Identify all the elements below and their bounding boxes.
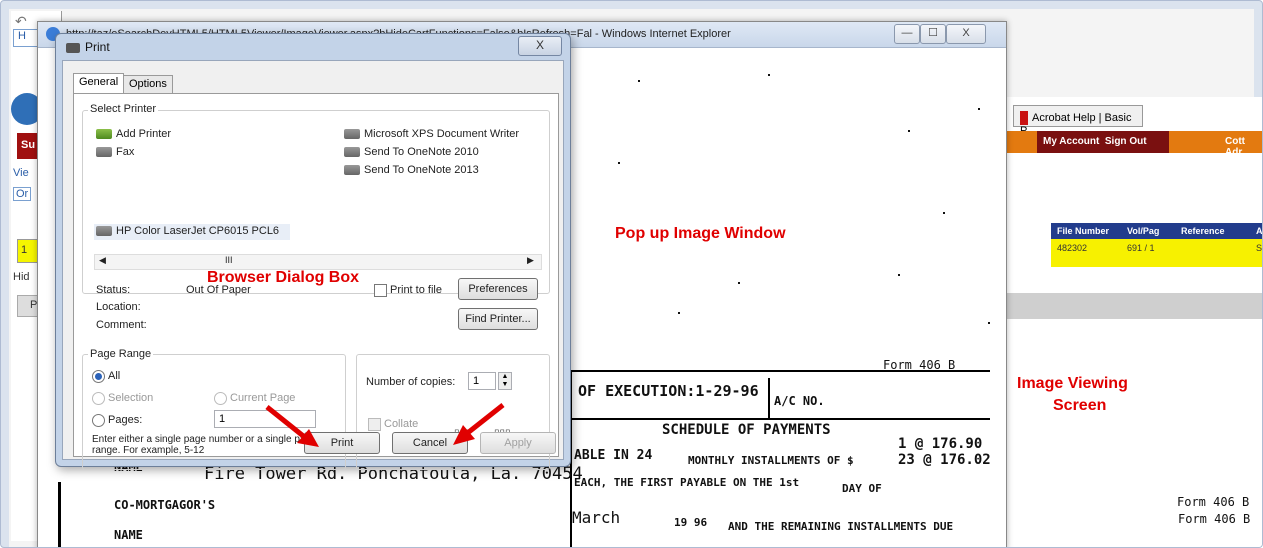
printer-icon xyxy=(344,147,360,158)
location-label: Location: xyxy=(96,301,141,313)
close-button[interactable]: X xyxy=(946,24,986,44)
scroll-thumb[interactable]: III xyxy=(225,255,233,265)
column-header[interactable]: A xyxy=(1256,226,1262,236)
dialog-title-text: Print xyxy=(85,40,110,54)
find-printer-button[interactable]: Find Printer... xyxy=(458,308,538,330)
printer-icon xyxy=(344,129,360,140)
dialog-close-button[interactable]: X xyxy=(518,36,562,56)
account-number-label: A/C NO. xyxy=(774,394,825,408)
comment-label: Comment: xyxy=(96,319,147,331)
dialog-annotation: Browser Dialog Box xyxy=(207,269,360,286)
user-name: Cott Adr xyxy=(1225,136,1245,158)
sign-out-link[interactable]: Sign Out xyxy=(1105,136,1147,147)
table-header-row: File Number Vol/Pag Reference A xyxy=(1051,223,1262,239)
table-cell: 482302 xyxy=(1057,243,1088,253)
acrobat-help-tab[interactable]: Acrobat Help | Basic P... xyxy=(1013,105,1143,137)
payable-text: ABLE IN 24 xyxy=(574,448,653,463)
range-pages-label: Pages: xyxy=(108,414,143,426)
screenshot-frame: ↶ H Su Vie Or S 1 Hid P Acrobat Help | B… xyxy=(0,0,1263,548)
first-payable-text: EACH, THE FIRST PAYABLE ON THE 1st xyxy=(574,476,800,489)
form-label: Form 406 B xyxy=(883,358,956,372)
back-arrow-icon[interactable]: ↶ xyxy=(15,13,27,30)
tab-general[interactable]: General xyxy=(73,73,125,93)
print-dialog-title: Print xyxy=(66,40,110,54)
amount-line-1: 1 @ 176.90 xyxy=(898,436,983,452)
preferences-button[interactable]: Preferences xyxy=(458,278,538,300)
maximize-button[interactable]: ☐ xyxy=(920,24,946,44)
range-selection-radio[interactable] xyxy=(92,392,105,405)
scroll-left-icon[interactable]: ◀ xyxy=(99,255,106,266)
pdf-icon xyxy=(1020,111,1028,125)
execution-date: OF EXECUTION:1-29-96 xyxy=(578,382,759,400)
printer-item[interactable]: Microsoft XPS Document Writer xyxy=(344,128,519,140)
document-rule xyxy=(768,378,770,418)
background-app-right: Acrobat Help | Basic P... My Account Sig… xyxy=(1001,97,1263,547)
form-label-right: Form 406 B xyxy=(1177,495,1250,509)
account-bar: My Account Sign Out xyxy=(1037,131,1169,153)
status-label: Status: xyxy=(96,284,131,296)
arrow-to-cancel-icon xyxy=(453,403,505,445)
printer-item[interactable]: Send To OneNote 2010 xyxy=(344,146,479,158)
side-input[interactable]: Or xyxy=(13,187,32,201)
day-of-text: DAY OF xyxy=(842,482,882,495)
side-label: Vie xyxy=(13,167,29,179)
printer-item-selected[interactable]: HP Color LaserJet CP6015 PCL6 xyxy=(96,225,279,237)
scroll-right-icon[interactable]: ▶ xyxy=(527,255,534,266)
collate-label: Collate xyxy=(384,418,419,430)
page-range-label: Page Range xyxy=(88,348,154,360)
form-label-2: Form 406 B xyxy=(1178,512,1251,526)
document-rule xyxy=(58,482,61,547)
table-row[interactable]: 482302 691 / 1 S xyxy=(1051,239,1263,267)
printer-icon xyxy=(96,226,112,237)
range-all-radio[interactable] xyxy=(92,370,105,383)
copies-input[interactable]: 1 xyxy=(468,372,496,390)
range-current-radio[interactable] xyxy=(214,392,227,405)
viewing-screen-annotation: Image Viewing xyxy=(1017,375,1128,392)
copies-label: Number of copies: xyxy=(366,376,456,388)
column-header[interactable]: Vol/Pag xyxy=(1127,226,1159,236)
schedule-heading: SCHEDULE OF PAYMENTS xyxy=(662,422,831,438)
table-cell: S xyxy=(1256,243,1263,253)
printer-item[interactable]: Send To OneNote 2013 xyxy=(344,164,479,176)
print-to-file-checkbox[interactable] xyxy=(374,284,387,297)
add-printer-icon xyxy=(96,129,112,140)
viewing-screen-annotation-line2: Screen xyxy=(1053,397,1107,414)
gray-toolbar xyxy=(1001,293,1262,319)
printer-item[interactable]: Add Printer xyxy=(96,128,171,140)
installments-text: MONTHLY INSTALLMENTS OF $ xyxy=(688,454,854,467)
arrow-to-print-icon xyxy=(265,405,319,447)
column-header[interactable]: File Number xyxy=(1057,226,1109,236)
printer-item[interactable]: Fax xyxy=(96,146,134,158)
side-label: S xyxy=(19,227,27,239)
minimize-button[interactable]: — xyxy=(894,24,920,44)
document-rule xyxy=(570,418,990,420)
remaining-text: AND THE REMAINING INSTALLMENTS DUE xyxy=(728,520,954,533)
year-text: 19 96 xyxy=(674,516,708,529)
copies-stepper[interactable]: ▲ ▼ xyxy=(498,372,512,390)
popup-window-annotation: Pop up Image Window xyxy=(615,225,786,242)
print-to-file-label: Print to file xyxy=(390,284,442,296)
collate-checkbox[interactable] xyxy=(368,418,381,431)
printer-icon xyxy=(344,165,360,176)
amount-line-2: 23 @ 176.02 xyxy=(898,452,991,468)
tab-options[interactable]: Options xyxy=(123,75,173,93)
side-label: Hid xyxy=(13,271,30,283)
range-all-label: All xyxy=(108,370,121,382)
select-printer-label: Select Printer xyxy=(88,103,159,115)
my-account-link[interactable]: My Account xyxy=(1043,136,1099,147)
column-header[interactable]: Reference xyxy=(1181,226,1225,236)
printer-list-scrollbar[interactable]: ◀ III ▶ xyxy=(94,254,542,270)
co-mortgagor-label: CO-MORTGAGOR'S xyxy=(114,498,216,512)
range-pages-radio[interactable] xyxy=(92,414,105,427)
printer-icon xyxy=(66,42,80,53)
range-selection-label: Selection xyxy=(108,392,154,404)
month-text: March xyxy=(572,508,621,527)
name-label-2: NAME xyxy=(114,528,143,542)
table-cell: 691 / 1 xyxy=(1127,243,1155,253)
fax-icon xyxy=(96,147,112,158)
row-number: 1 xyxy=(21,244,28,256)
